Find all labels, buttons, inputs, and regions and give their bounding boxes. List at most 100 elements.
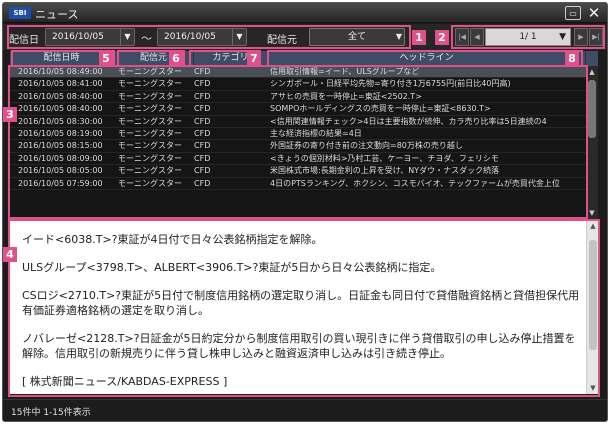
row-source: モーニングスター xyxy=(118,91,182,101)
row-category: CFD xyxy=(194,91,211,101)
date-from-picker[interactable]: 2016/10/05 ▼ xyxy=(45,28,135,46)
source-label: 配信元 xyxy=(267,35,297,46)
row-date: 2016/10/05 08:09:00 xyxy=(18,153,103,163)
row-source: モーニングスター xyxy=(118,166,182,176)
scroll-up-icon[interactable]: ▲ xyxy=(587,220,598,232)
close-icon[interactable]: ✕ xyxy=(586,6,602,21)
row-headline: 外国証券の寄り付き前の注文動向=80万株の売り越し xyxy=(270,141,463,151)
restore-icon[interactable]: ▭ xyxy=(565,6,581,20)
page-select[interactable]: 1/ 1 ▼ xyxy=(485,28,571,46)
row-date: 2016/10/05 08:05:00 xyxy=(18,166,103,176)
row-headline: アサヒの売買を一時停止=東証<2502.T> xyxy=(270,91,422,101)
column-header-headline[interactable]: ヘッドライン xyxy=(268,51,586,66)
date-to-picker[interactable]: 2016/10/05 ▼ xyxy=(157,28,247,46)
row-source: モーニングスター xyxy=(118,67,182,76)
next-page-icon[interactable]: ▶ xyxy=(574,28,588,46)
news-detail: イード<6038.T>?東証が4日付で日々公表銘柄指定を解除。 ULSグループ<3… xyxy=(10,220,598,394)
pager: |◀ ◀ 1/ 1 ▼ ▶ ▶| xyxy=(455,28,603,46)
table-row[interactable]: 2016/10/05 08:05:00 モーニングスター CFD 米国株式市場:長期金… xyxy=(10,165,586,178)
table-row[interactable]: 2016/10/05 08:15:00 モーニングスター CFD 外国証券の寄り付き前… xyxy=(10,140,586,153)
table-row[interactable]: 2016/10/05 08:19:00 モーニングスター CFD 主な経済指標の結果=… xyxy=(10,128,586,141)
filter-bar: 配信日 2016/10/05 ▼ 〜 2016/10/05 ▼ 配信元 全て ▼… xyxy=(3,24,607,50)
table-row[interactable]: 2016/10/05 08:30:00 モーニングスター CFD <信用関連情報チェッ… xyxy=(10,116,586,128)
status-bar: 15件中 1-15件表示 xyxy=(3,399,607,421)
row-category: CFD xyxy=(194,178,211,188)
marker-8: 8 xyxy=(565,51,579,66)
table-row[interactable]: 2016/10/05 08:40:00 モーニングスター CFD SOMPOホールディ… xyxy=(10,103,586,116)
table-row[interactable]: 2016/10/05 08:49:00 モーニングスター CFD 信用取引情報=イード… xyxy=(10,66,586,79)
row-headline: 米国株式市場:長期金利の上昇を受け、NYダウ・ナスダック続落 xyxy=(270,166,500,176)
row-category: CFD xyxy=(194,67,211,76)
news-detail-text: イード<6038.T>?東証が4日付で日々公表銘柄指定を解除。 ULSグループ<3… xyxy=(22,232,582,394)
row-category: CFD xyxy=(194,104,211,114)
row-source: モーニングスター xyxy=(118,141,182,151)
row-source: モーニングスター xyxy=(118,104,182,114)
scroll-thumb[interactable] xyxy=(589,240,597,350)
row-category: CFD xyxy=(194,166,211,176)
row-date: 2016/10/05 08:15:00 xyxy=(18,141,103,151)
table-row[interactable]: 2016/10/05 08:41:00 モーニングスター CFD シンガポール・日経平… xyxy=(10,78,586,91)
window-title: ニュース xyxy=(35,8,79,21)
marker-1: 1 xyxy=(412,30,426,45)
marker-6: 6 xyxy=(169,51,183,66)
row-date: 2016/10/05 07:59:00 xyxy=(18,178,103,188)
row-headline: SOMPOホールディングスの売買を一時停止=東証<8630.T> xyxy=(270,104,491,114)
scroll-thumb[interactable] xyxy=(588,80,596,138)
row-headline: 主な経済指標の結果=4日 xyxy=(270,128,362,138)
row-date: 2016/10/05 08:19:00 xyxy=(18,128,103,138)
row-category: CFD xyxy=(194,141,211,151)
last-page-icon[interactable]: ▶| xyxy=(589,28,603,46)
news-detail-scrollbar[interactable]: ▲ ▼ xyxy=(586,220,598,394)
row-headline: 信用取引情報=イード、ULSグループなど xyxy=(270,67,420,76)
date-range-separator: 〜 xyxy=(141,32,152,45)
table-row[interactable]: 2016/10/05 08:09:00 モーニングスター CFD <きょうの個別材料>… xyxy=(10,153,586,166)
marker-3: 3 xyxy=(3,107,17,122)
detail-paragraph: [ 株式新聞ニュース/KABDAS-EXPRESS ] xyxy=(22,375,228,388)
row-category: CFD xyxy=(194,79,211,89)
scroll-down-icon[interactable]: ▼ xyxy=(587,382,598,394)
row-category: CFD xyxy=(194,153,211,163)
table-row[interactable]: 2016/10/05 08:40:00 モーニングスター CFD アサヒの売買を一時停… xyxy=(10,91,586,104)
row-date: 2016/10/05 08:40:00 xyxy=(18,91,103,101)
row-headline: <信用関連情報チェック>4日は主要指数が続伸、カラ売り比率は5日連続の4 xyxy=(270,116,547,126)
row-date: 2016/10/05 08:40:00 xyxy=(18,104,103,114)
detail-paragraph: CSロジ<2710.T>?東証が5日付で制度信用銘柄の選定取り消し。日証金も同日… xyxy=(22,289,580,317)
title-bar: SBI ニュース ▭ ✕ xyxy=(3,3,607,23)
row-source: モーニングスター xyxy=(118,79,182,89)
row-source: モーニングスター xyxy=(118,116,182,126)
news-rows: 2016/10/05 08:49:00 モーニングスター CFD 信用取引情報=イード… xyxy=(10,66,586,190)
prev-page-icon[interactable]: ◀ xyxy=(470,28,484,46)
date-from-value: 2016/10/05 xyxy=(52,32,104,42)
first-page-icon[interactable]: |◀ xyxy=(455,28,469,46)
row-headline: <きょうの個別材料>乃村工芸、ケーヨー、チヨダ、フェリシモ xyxy=(270,153,499,163)
row-date: 2016/10/05 08:41:00 xyxy=(18,79,103,89)
source-value: 全て xyxy=(347,32,366,42)
marker-4: 4 xyxy=(3,247,17,262)
row-headline: シンガポール・日経平均先物=寄り付き1万6755円(前日比40円高) xyxy=(270,79,511,89)
chevron-down-icon: ▼ xyxy=(559,32,566,42)
detail-paragraph: ULSグループ<3798.T>、ALBERT<3906.T>?東証が5日から日々… xyxy=(22,261,442,274)
detail-paragraph: ノバレーゼ<2128.T>?日証金が5日約定分から制度信用取引の買い現引きに伴う… xyxy=(22,332,576,360)
row-date: 2016/10/05 08:49:00 xyxy=(18,67,103,76)
row-category: CFD xyxy=(194,116,211,126)
detail-paragraph: イード<6038.T>?東証が4日付で日々公表銘柄指定を解除。 xyxy=(22,233,323,246)
scroll-up-icon[interactable]: ▲ xyxy=(586,66,598,78)
scroll-down-icon[interactable]: ▼ xyxy=(586,207,598,219)
row-source: モーニングスター xyxy=(118,178,182,188)
row-category: CFD xyxy=(194,128,211,138)
news-list: 配信日時 配信元 カテゴリ ヘッドライン 2016/10/05 08:49:00… xyxy=(10,51,598,219)
row-source: モーニングスター xyxy=(118,128,182,138)
news-list-scrollbar[interactable]: ▲ ▼ xyxy=(586,66,598,219)
status-text: 15件中 1-15件表示 xyxy=(11,408,91,418)
news-window: SBI ニュース ▭ ✕ 配信日 2016/10/05 ▼ 〜 2016/10/… xyxy=(2,2,608,422)
chevron-down-icon[interactable]: ▼ xyxy=(232,29,246,45)
chevron-down-icon: ▼ xyxy=(395,32,402,41)
source-select[interactable]: 全て ▼ xyxy=(309,28,405,46)
chevron-down-icon[interactable]: ▼ xyxy=(120,29,134,45)
table-row[interactable]: 2016/10/05 07:59:00 モーニングスター CFD 4日のPTSランキン… xyxy=(10,178,586,190)
marker-7: 7 xyxy=(247,51,261,66)
row-source: モーニングスター xyxy=(118,153,182,163)
page-value: 1/ 1 xyxy=(519,32,537,42)
row-headline: 4日のPTSランキング、ホクシン、コスモバイオ、テックファームが売買代金上位 xyxy=(270,178,560,188)
sbi-logo: SBI xyxy=(9,7,31,19)
